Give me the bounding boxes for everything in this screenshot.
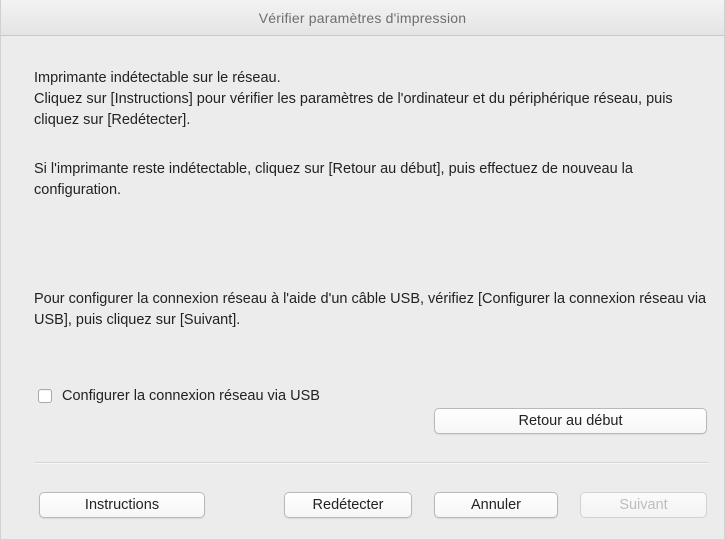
- message-usb-setup: Pour configurer la connexion réseau à l'…: [34, 291, 707, 328]
- usb-setup-checkbox-row[interactable]: Configurer la connexion réseau via USB: [38, 388, 320, 404]
- cancel-button[interactable]: Annuler: [434, 492, 558, 518]
- redetect-button[interactable]: Redétecter: [284, 492, 412, 518]
- title-bar: Vérifier paramètres d'impression: [1, 0, 724, 36]
- usb-setup-checkbox[interactable]: [38, 389, 52, 403]
- window-title: Vérifier paramètres d'impression: [258, 9, 467, 26]
- usb-setup-checkbox-label[interactable]: Configurer la connexion réseau via USB: [62, 388, 320, 404]
- next-button[interactable]: Suivant: [580, 492, 707, 518]
- message-printer-not-found: Imprimante indétectable sur le réseau. C…: [34, 68, 709, 131]
- return-to-start-button[interactable]: Retour au début: [434, 408, 707, 434]
- message-return-to-start: Si l'imprimante reste indétectable, cliq…: [34, 161, 633, 198]
- message-line-instructions: Cliquez sur [Instructions] pour vérifier…: [34, 91, 673, 128]
- message-line-not-detected: Imprimante indétectable sur le réseau.: [34, 70, 281, 86]
- print-settings-dialog: Vérifier paramètres d'impression Imprima…: [0, 0, 725, 539]
- footer-divider: [34, 462, 709, 464]
- instructions-button[interactable]: Instructions: [39, 492, 205, 518]
